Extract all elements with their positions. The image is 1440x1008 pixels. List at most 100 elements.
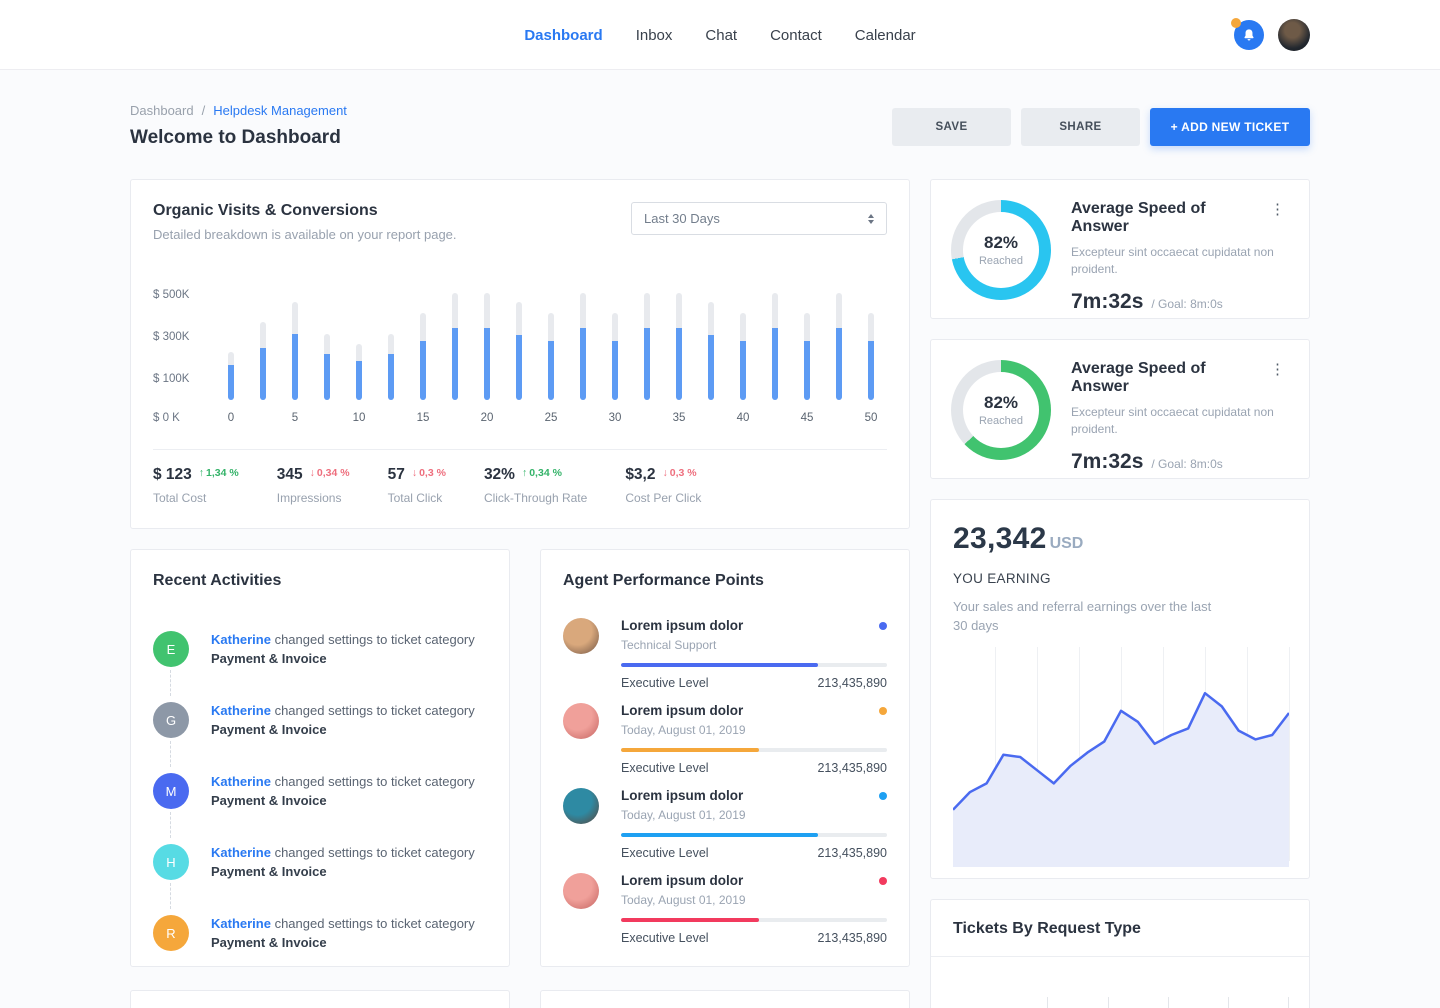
kebab-menu-icon[interactable]: ⋮ bbox=[1266, 200, 1289, 219]
activity-text: Katherine changed settings to ticket cat… bbox=[211, 914, 475, 952]
average-speed-card: 82%ReachedAverage Speed of Answer⋮Except… bbox=[930, 179, 1310, 319]
stat-delta: ↑1,34 % bbox=[199, 467, 239, 479]
status-dot bbox=[879, 707, 887, 715]
stat-delta: ↓0,3 % bbox=[662, 467, 696, 479]
organic-bar-chart: $ 500K$ 300K$ 100K$ 0 K 0510152025303540… bbox=[153, 268, 887, 428]
bar-total bbox=[836, 293, 842, 400]
speed-time-value: 7m:32s bbox=[1071, 450, 1143, 474]
top-header: Dashboard Inbox Chat Contact Calendar bbox=[0, 0, 1440, 70]
activity-text: Katherine changed settings to ticket cat… bbox=[211, 772, 475, 810]
activity-avatar: H bbox=[153, 844, 189, 880]
stat-label: Total Cost bbox=[153, 491, 239, 505]
stat-block: $ 123↑1,34 %Total Cost bbox=[153, 466, 239, 505]
bar-total bbox=[388, 334, 394, 400]
activity-user-link[interactable]: Katherine bbox=[211, 632, 271, 647]
activity-item: R Katherine changed settings to ticket ca… bbox=[153, 914, 487, 952]
y-axis-tick: $ 500K bbox=[153, 289, 189, 301]
nav-item-dashboard[interactable]: Dashboard bbox=[524, 27, 602, 44]
bar-value bbox=[612, 341, 618, 400]
bar-slot bbox=[311, 268, 343, 428]
add-new-ticket-button[interactable]: + ADD NEW TICKET bbox=[1150, 108, 1310, 146]
agent-progress-track bbox=[621, 918, 887, 922]
bar-value bbox=[644, 328, 650, 400]
breadcrumb-parent[interactable]: Dashboard bbox=[130, 103, 194, 118]
activity-user-link[interactable]: Katherine bbox=[211, 916, 271, 931]
breadcrumb-separator: / bbox=[202, 103, 206, 118]
bar-slot bbox=[439, 268, 471, 428]
agent-points: 213,435,890 bbox=[817, 676, 887, 690]
bar-slot bbox=[759, 268, 791, 428]
status-dot bbox=[879, 792, 887, 800]
x-axis-tick: 45 bbox=[801, 412, 814, 426]
agent-subtitle: Today, August 01, 2019 bbox=[621, 723, 887, 737]
stat-block: 345↓0,34 %Impressions bbox=[277, 466, 350, 505]
activity-item: HKatherine changed settings to ticket ca… bbox=[153, 843, 487, 881]
stat-value: 57 bbox=[388, 466, 405, 484]
bar-total bbox=[292, 302, 298, 400]
agent-item: Lorem ipsum dolorToday, August 01, 2019E… bbox=[563, 703, 887, 775]
stat-block: 57↓0,3 %Total Click bbox=[388, 466, 446, 505]
bar-slot bbox=[567, 268, 599, 428]
bar-total bbox=[548, 313, 554, 400]
nav-item-inbox[interactable]: Inbox bbox=[636, 27, 673, 44]
activity-user-link[interactable]: Katherine bbox=[211, 703, 271, 718]
bar-value bbox=[548, 341, 554, 400]
bar-value bbox=[356, 361, 362, 400]
activity-avatar: R bbox=[153, 915, 189, 951]
earnings-gridline bbox=[1289, 647, 1290, 861]
agent-level-label: Executive Level bbox=[621, 846, 709, 860]
nav-item-calendar[interactable]: Calendar bbox=[855, 27, 916, 44]
agent-avatar bbox=[563, 618, 599, 654]
agent-performance-title: Agent Performance Points bbox=[563, 572, 887, 590]
status-dot bbox=[879, 622, 887, 630]
activity-item: EKatherine changed settings to ticket ca… bbox=[153, 630, 487, 668]
bar-total bbox=[868, 313, 874, 400]
agent-avatar bbox=[563, 703, 599, 739]
breadcrumb-current[interactable]: Helpdesk Management bbox=[213, 103, 347, 118]
bar-chart-plot: 05101520253035404550 bbox=[215, 268, 887, 428]
main-nav: Dashboard Inbox Chat Contact Calendar bbox=[524, 0, 915, 70]
agent-points: 213,435,890 bbox=[817, 931, 887, 945]
stat-delta: ↓0,3 % bbox=[412, 467, 446, 479]
bar-total bbox=[484, 293, 490, 400]
activity-user-link[interactable]: Katherine bbox=[211, 845, 271, 860]
organic-card-title: Organic Visits & Conversions bbox=[153, 202, 457, 220]
user-avatar[interactable] bbox=[1278, 19, 1310, 51]
nav-item-chat[interactable]: Chat bbox=[705, 27, 737, 44]
agent-avatar bbox=[563, 873, 599, 909]
tickets-gridline bbox=[1047, 997, 1048, 1008]
breadcrumb: Dashboard / Helpdesk Management bbox=[130, 103, 347, 118]
save-button[interactable]: SAVE bbox=[892, 108, 1011, 146]
tickets-gridline bbox=[1288, 997, 1289, 1008]
date-range-value: Last 30 Days bbox=[644, 211, 720, 226]
earnings-line-svg bbox=[953, 647, 1289, 867]
bar-total bbox=[708, 302, 714, 400]
date-range-select[interactable]: Last 30 Days bbox=[631, 202, 887, 235]
x-axis-tick: 20 bbox=[481, 412, 494, 426]
earnings-amount: 23,342 bbox=[953, 522, 1047, 556]
stat-label: Impressions bbox=[277, 491, 350, 505]
bar-total bbox=[612, 313, 618, 400]
bar-value bbox=[292, 334, 298, 400]
stat-label: Cost Per Click bbox=[625, 491, 701, 505]
nav-item-contact[interactable]: Contact bbox=[770, 27, 822, 44]
arrow-up-icon: ↑ bbox=[522, 467, 527, 479]
arrow-down-icon: ↓ bbox=[310, 467, 315, 479]
agent-item: Lorem ipsum dolorToday, August 01, 2019E… bbox=[563, 873, 887, 945]
recent-activities-title: Recent Activities bbox=[153, 572, 487, 590]
speed-card-title: Average Speed of Answer bbox=[1071, 360, 1266, 396]
kebab-menu-icon[interactable]: ⋮ bbox=[1266, 360, 1289, 379]
bar-total bbox=[452, 293, 458, 400]
bar-value bbox=[772, 328, 778, 400]
agent-progress-fill bbox=[621, 833, 818, 837]
share-button[interactable]: SHARE bbox=[1021, 108, 1140, 146]
agent-avatar bbox=[563, 788, 599, 824]
activity-user-link[interactable]: Katherine bbox=[211, 774, 271, 789]
bar-total bbox=[740, 313, 746, 400]
recent-activities-list: EKatherine changed settings to ticket ca… bbox=[153, 630, 487, 952]
speed-goal-text: / Goal: 8m:0s bbox=[1151, 457, 1222, 471]
notifications-button[interactable] bbox=[1234, 20, 1264, 50]
tickets-chart-area bbox=[953, 957, 1287, 1008]
card-stub-middle bbox=[540, 990, 910, 1008]
card-stub-left bbox=[130, 990, 510, 1008]
